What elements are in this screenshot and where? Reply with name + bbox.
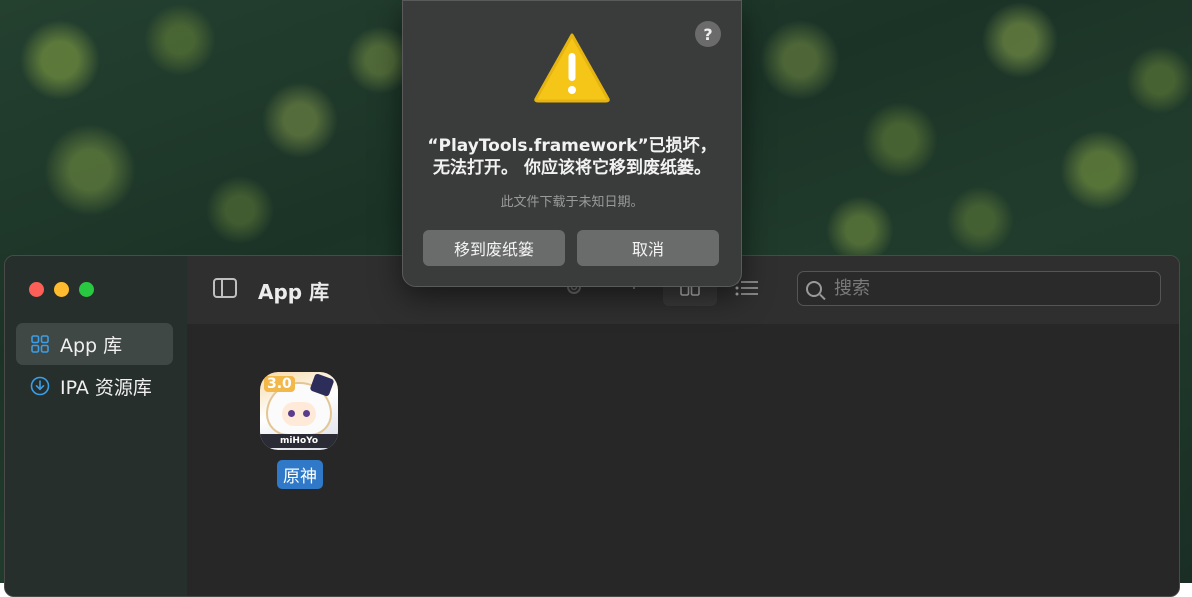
grid-icon [30,334,50,354]
help-button[interactable]: ? [695,21,721,47]
main-window: App 库 IPA 资源库 App 库 搜索 3.0 miHoYo 原神 [4,255,1180,597]
page-title: App 库 [258,280,330,304]
sidebar-item-label: IPA 资源库 [60,376,152,399]
alert-title-line1: “PlayTools.framework”已损坏， [427,136,717,156]
version-badge: 3.0 [264,376,295,392]
sidebar-item-app-library[interactable]: App 库 [16,323,173,365]
app-item-genshin[interactable]: 3.0 miHoYo 原神 [260,372,340,489]
search-field[interactable] [797,271,1161,306]
sidebar-toggle-icon[interactable] [213,278,237,298]
app-name-label[interactable]: 原神 [277,460,323,489]
search-icon [806,280,822,297]
search-input[interactable] [832,277,1136,300]
app-icon[interactable]: 3.0 miHoYo [260,372,338,450]
move-to-trash-button[interactable]: 移到废纸篓 [423,230,565,266]
warning-icon [534,33,610,103]
minimize-button[interactable] [54,282,69,297]
alert-subtitle: 此文件下载于未知日期。 [500,195,644,210]
app-grid: 3.0 miHoYo 原神 [187,324,1179,596]
damaged-file-alert: ? “PlayTools.framework”已损坏， 无法打开。 你应该将它移… [402,0,742,287]
app-icon-logo: miHoYo [260,434,338,448]
sidebar: App 库 IPA 资源库 [5,256,188,596]
sidebar-item-label: App 库 [60,334,123,357]
alert-title: “PlayTools.framework”已损坏， 无法打开。 你应该将它移到废… [403,135,741,179]
alert-title-line2: 无法打开。 你应该将它移到废纸篓。 [433,158,711,178]
zoom-button[interactable] [79,282,94,297]
sidebar-item-ipa-library[interactable]: IPA 资源库 [16,365,173,407]
close-button[interactable] [29,282,44,297]
download-circle-icon [30,376,50,396]
cancel-button[interactable]: 取消 [577,230,719,266]
window-controls [29,282,94,297]
